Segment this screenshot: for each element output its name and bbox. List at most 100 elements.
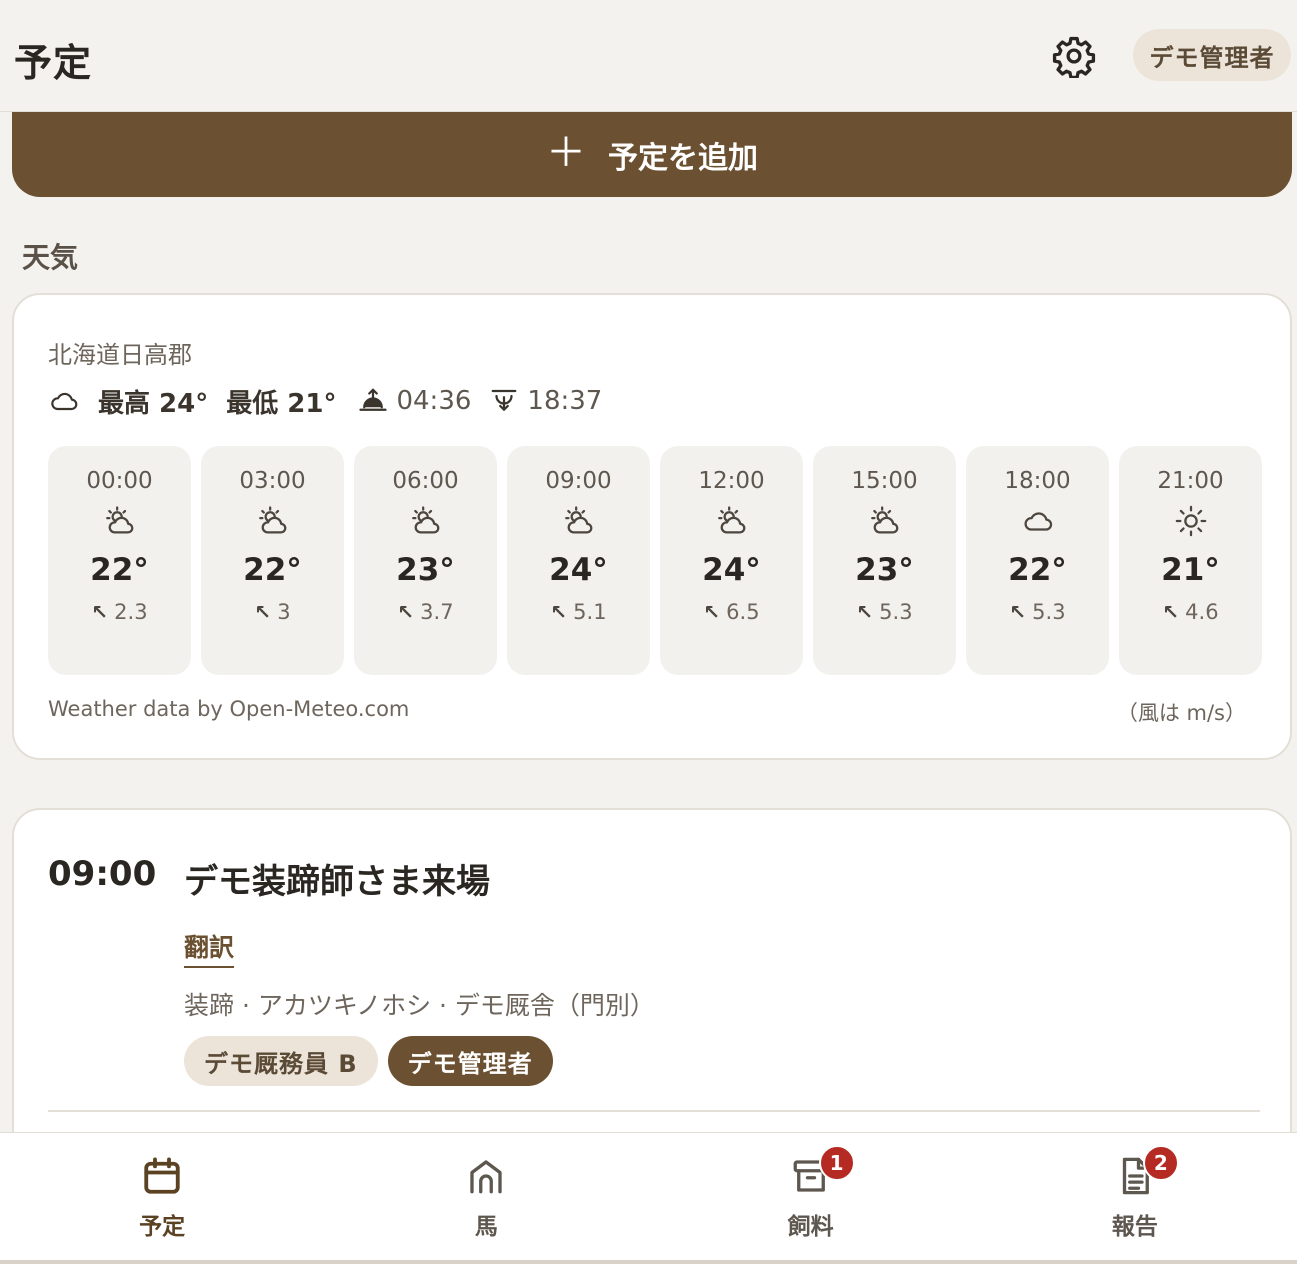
cloud-icon	[51, 392, 78, 411]
wind-direction-icon: ↖	[1162, 600, 1180, 624]
plus-icon: ＋	[546, 129, 586, 176]
hour-tile: 18:00 22° ↖ 5.3	[966, 446, 1109, 675]
partly-cloudy-icon	[256, 504, 290, 538]
hour-tile: 15:00 23° ↖ 5.3	[813, 446, 956, 675]
hour-tile: 21:00 21° ↖ 4.6	[1119, 446, 1262, 675]
wind-direction-icon: ↖	[91, 600, 109, 624]
hour-temp: 23°	[855, 552, 914, 588]
sunset-time: 18:37	[527, 386, 603, 416]
wind-direction-icon: ↖	[703, 600, 721, 624]
nav-label: 予定	[139, 1214, 186, 1240]
wind-direction-icon: ↖	[254, 600, 272, 624]
hour-time: 09:00	[545, 468, 612, 494]
calendar-icon	[144, 1157, 180, 1194]
partly-cloudy-icon	[562, 504, 596, 538]
weather-summary: 最高 24° 最低 21° 04:36 18:37	[48, 383, 602, 419]
weather-card: 北海道日高郡 最高 24° 最低 21° 04:36 18:37 00:00 22…	[12, 293, 1292, 760]
partly-cloudy-icon	[409, 504, 443, 538]
cloud-icon	[1021, 504, 1055, 538]
app-header: 予定 デモ管理者	[0, 0, 1297, 112]
hour-temp: 24°	[549, 552, 608, 588]
hour-time: 18:00	[1004, 468, 1071, 494]
feed-badge: 1	[818, 1145, 855, 1181]
hour-wind: ↖ 4.6	[1162, 600, 1218, 624]
hour-temp: 21°	[1161, 552, 1220, 588]
page-title: 予定	[14, 41, 93, 85]
hour-time: 03:00	[239, 468, 306, 494]
hour-wind: ↖ 6.5	[703, 600, 759, 624]
hour-tile: 09:00 24° ↖ 5.1	[507, 446, 650, 675]
hour-tile: 12:00 24° ↖ 6.5	[660, 446, 803, 675]
hour-wind: ↖ 2.3	[91, 600, 147, 624]
wind-speed: 5.3	[1032, 600, 1066, 624]
nav-item-schedule[interactable]: 予定	[0, 1133, 324, 1264]
assignee-list: デモ厩務員 B デモ管理者	[184, 1036, 553, 1086]
partly-cloudy-icon	[103, 504, 137, 538]
assignee-chip[interactable]: デモ管理者	[387, 1036, 553, 1086]
assignee-chip[interactable]: デモ厩務員 B	[184, 1036, 378, 1086]
wind-unit-note: （風は m/s）	[1116, 701, 1246, 725]
weather-attribution[interactable]: Weather data by Open-Meteo.com	[48, 697, 409, 721]
wind-speed: 2.3	[114, 600, 148, 624]
hour-tile: 06:00 23° ↖ 3.7	[354, 446, 497, 675]
user-chip[interactable]: デモ管理者	[1133, 29, 1291, 81]
temp-low: 最低 21°	[226, 388, 337, 419]
event-time: 09:00	[48, 854, 157, 894]
hour-temp: 23°	[396, 552, 455, 588]
wind-speed: 5.1	[573, 600, 607, 624]
hour-temp: 22°	[90, 552, 149, 588]
divider	[48, 1110, 1260, 1112]
nav-item-horses[interactable]: 馬	[324, 1133, 648, 1264]
temp-high: 最高 24°	[98, 388, 209, 419]
translate-link[interactable]: 翻訳	[184, 928, 235, 968]
partly-cloudy-icon	[868, 504, 902, 538]
add-schedule-button[interactable]: ＋ 予定を追加	[12, 112, 1292, 197]
settings-button[interactable]	[1050, 32, 1098, 80]
nav-label: 報告	[1111, 1214, 1158, 1240]
wind-speed: 5.3	[879, 600, 913, 624]
nav-item-reports[interactable]: 2 報告	[973, 1133, 1297, 1264]
hour-time: 21:00	[1157, 468, 1224, 494]
reports-badge: 2	[1142, 1145, 1179, 1181]
nav-item-feed[interactable]: 1 飼料	[649, 1133, 973, 1264]
hourly-forecast: 00:00 22° ↖ 2.3 03:00 22° ↖ 3 06:00 23° ↖ 3.7 09:00 2…	[48, 446, 1262, 675]
hour-wind: ↖ 5.3	[856, 600, 912, 624]
sun-icon	[1174, 504, 1208, 538]
hour-time: 12:00	[698, 468, 765, 494]
wind-direction-icon: ↖	[397, 600, 415, 624]
hour-temp: 22°	[1008, 552, 1067, 588]
hour-tile: 00:00 22° ↖ 2.3	[48, 446, 191, 675]
wind-direction-icon: ↖	[856, 600, 874, 624]
weather-location: 北海道日高郡	[48, 341, 192, 369]
hour-wind: ↖ 3	[254, 600, 290, 624]
wind-speed: 6.5	[726, 600, 760, 624]
partly-cloudy-icon	[715, 504, 749, 538]
hour-time: 15:00	[851, 468, 918, 494]
hour-temp: 24°	[702, 552, 761, 588]
sunset-icon	[492, 389, 517, 411]
sunrise-time: 04:36	[396, 386, 472, 416]
hour-tile: 03:00 22° ↖ 3	[201, 446, 344, 675]
event-meta: 装蹄 · アカツキノホシ · デモ厩舎（門別）	[184, 991, 655, 1020]
add-schedule-label: 予定を追加	[608, 140, 758, 176]
sunrise-icon	[359, 388, 388, 411]
wind-direction-icon: ↖	[550, 600, 568, 624]
hour-wind: ↖ 5.1	[550, 600, 606, 624]
wind-direction-icon: ↖	[1009, 600, 1027, 624]
hour-time: 06:00	[392, 468, 459, 494]
stable-icon	[470, 1160, 503, 1194]
bottom-nav: 予定 馬 1 飼料 2 報告	[0, 1132, 1297, 1264]
hour-wind: ↖ 5.3	[1009, 600, 1065, 624]
wind-speed: 4.6	[1185, 600, 1219, 624]
nav-label: 飼料	[787, 1214, 834, 1240]
hour-wind: ↖ 3.7	[397, 600, 453, 624]
bottom-edge	[0, 1260, 1297, 1264]
weather-section-title: 天気	[22, 241, 79, 274]
nav-label: 馬	[474, 1214, 498, 1240]
wind-speed: 3	[277, 600, 291, 624]
event-title: デモ装蹄師さま来場	[184, 862, 490, 902]
wind-speed: 3.7	[420, 600, 454, 624]
hour-temp: 22°	[243, 552, 302, 588]
gear-icon	[1052, 36, 1096, 78]
hour-time: 00:00	[86, 468, 153, 494]
